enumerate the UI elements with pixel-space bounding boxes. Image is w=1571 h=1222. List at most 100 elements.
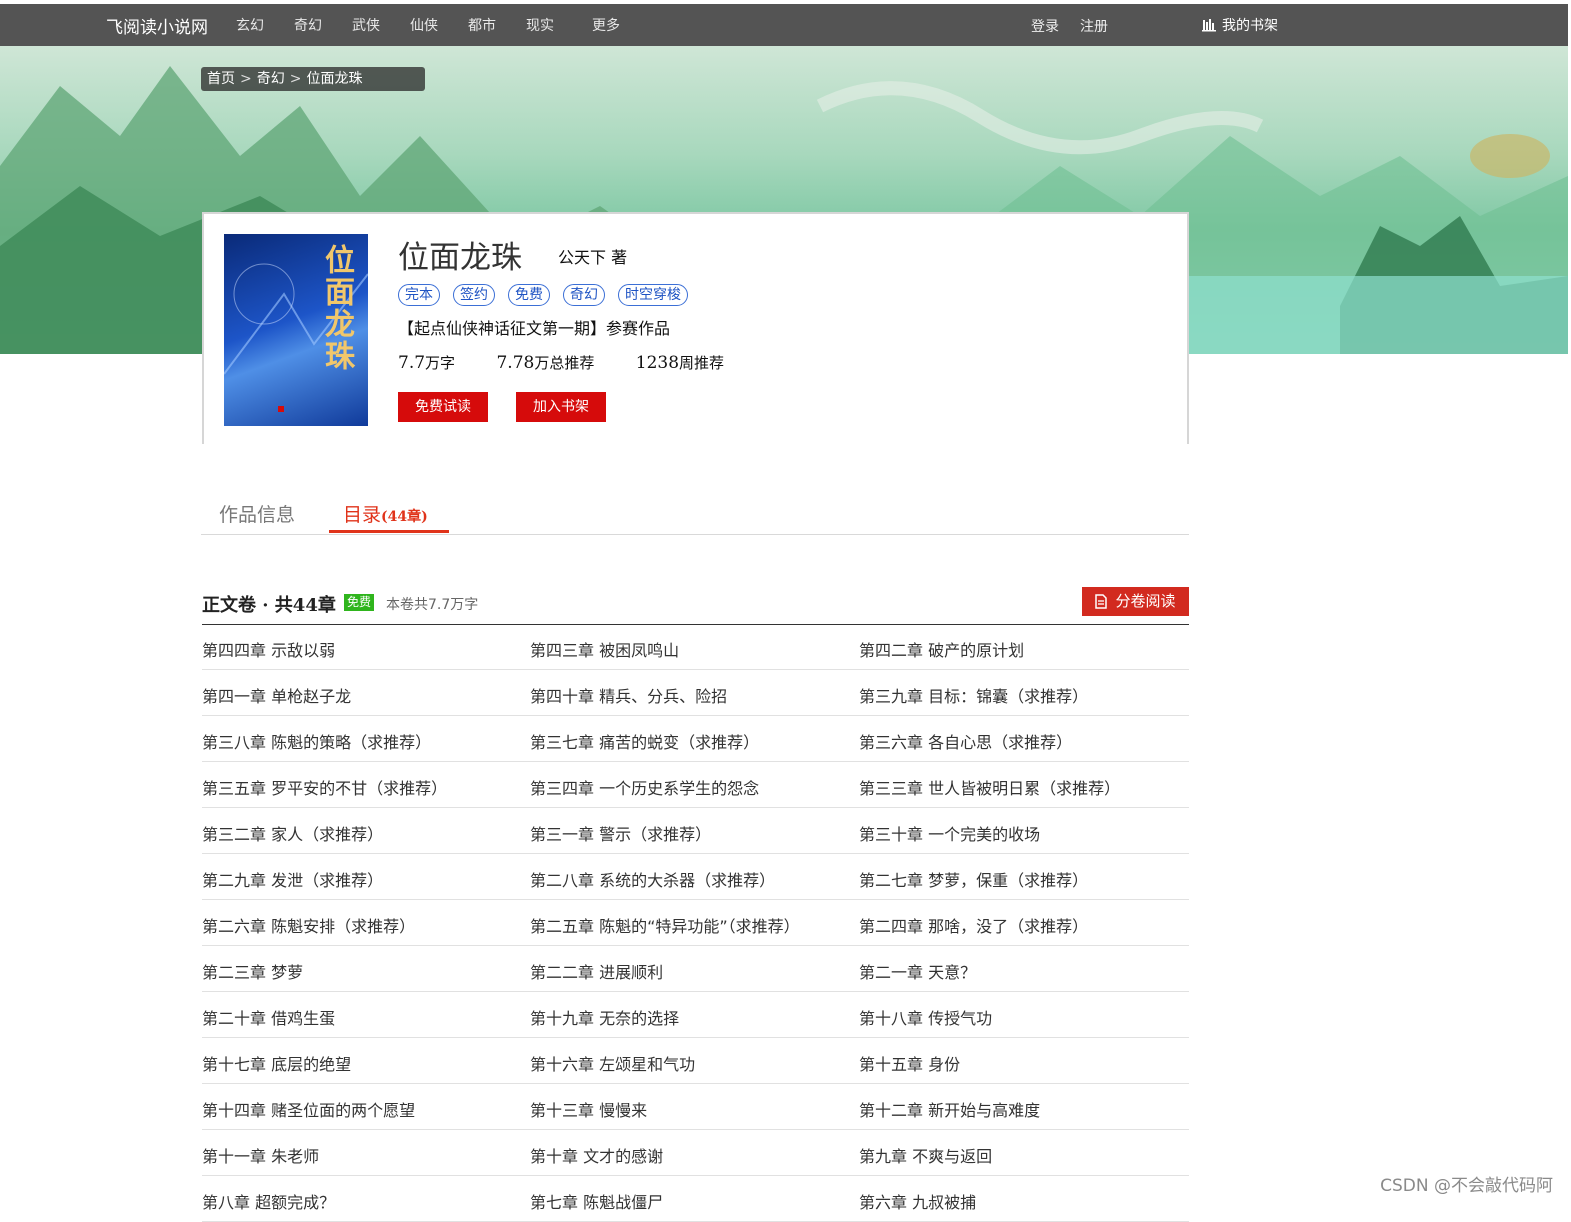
chapter-link[interactable]: 第十七章 底层的绝望 xyxy=(202,1051,351,1075)
book-info-card: 位面龙珠 位面龙珠 公天下 著 完本 签约 免费 奇幻 时空穿梭 【起点仙侠神话… xyxy=(202,212,1189,444)
nav-category-xianxia[interactable]: 仙侠 xyxy=(410,15,438,35)
chapter-link[interactable]: 第十二章 新开始与高难度 xyxy=(859,1097,1040,1121)
nav-category-xuanhuan[interactable]: 玄幻 xyxy=(236,15,264,35)
nav-category-wuxia[interactable]: 武侠 xyxy=(352,15,380,35)
bookshelf-label: 我的书架 xyxy=(1222,18,1278,34)
book-tabs: 作品信息 目录(44章) xyxy=(201,496,1189,535)
word-count-value: 7.7 xyxy=(398,353,426,373)
chapter-link[interactable]: 第二三章 梦萝 xyxy=(202,959,303,983)
tag-time-travel[interactable]: 时空穿梭 xyxy=(618,284,688,306)
chapter-list: 第四四章 示敌以弱 第四三章 被困凤鸣山 第四二章 破产的原计划第四一章 单枪赵子龙… xyxy=(202,624,1189,1222)
chapter-link[interactable]: 第九章 不爽与返回 xyxy=(859,1143,992,1167)
chapter-link[interactable]: 第四十章 精兵、分兵、险招 xyxy=(530,683,727,707)
document-icon xyxy=(1095,594,1108,609)
chapter-row: 第二十章 借鸡生蛋 第十九章 无奈的选择 第十八章 传授气功 xyxy=(202,992,1189,1038)
chapter-link[interactable]: 第二八章 系统的大杀器（求推荐） xyxy=(530,867,775,891)
chapter-row: 第三五章 罗平安的不甘（求推荐） 第三四章 一个历史系学生的怨念 第三三章 世人皆被… xyxy=(202,762,1189,808)
week-recommend-value: 1238 xyxy=(635,353,680,373)
volume-read-button[interactable]: 分卷阅读 xyxy=(1082,587,1189,616)
chapter-link[interactable]: 第十八章 传授气功 xyxy=(859,1005,992,1029)
cover-title: 位面龙珠 xyxy=(319,244,354,372)
total-recommend-unit: 万总推荐 xyxy=(534,354,595,372)
word-count-unit: 万字 xyxy=(425,354,456,372)
volume-header: 正文卷 · 共44章 免费 本卷共7.7万字 分卷阅读 xyxy=(202,586,1189,625)
free-read-button[interactable]: 免费试读 xyxy=(398,392,488,422)
chapter-row: 第二三章 梦萝 第二二章 进展顺利 第二一章 天意？ xyxy=(202,946,1189,992)
book-cover[interactable]: 位面龙珠 xyxy=(224,234,368,426)
chapter-link[interactable]: 第十章 文才的感谢 xyxy=(530,1143,663,1167)
chapter-row: 第四四章 示敌以弱 第四三章 被困凤鸣山 第四二章 破产的原计划 xyxy=(202,624,1189,670)
tag-free[interactable]: 免费 xyxy=(508,284,550,306)
tab-table-of-contents[interactable]: 目录(44章) xyxy=(329,500,449,533)
breadcrumb-separator: > xyxy=(289,71,302,87)
breadcrumb-home[interactable]: 首页 xyxy=(207,71,235,87)
login-link[interactable]: 登录 xyxy=(1031,16,1059,36)
breadcrumb-category[interactable]: 奇幻 xyxy=(257,71,285,87)
tab-toc-label: 目录 xyxy=(343,504,382,526)
chapter-link[interactable]: 第二二章 进展顺利 xyxy=(530,959,663,983)
chapter-link[interactable]: 第三一章 警示（求推荐） xyxy=(530,821,711,845)
tag-fantasy[interactable]: 奇幻 xyxy=(563,284,605,306)
chapter-link[interactable]: 第三六章 各自心思（求推荐） xyxy=(859,729,1072,753)
chapter-link[interactable]: 第三九章 目标：锦囊（求推荐） xyxy=(859,683,1088,707)
top-nav-bar: 飞阅读小说网 玄幻 奇幻 武侠 仙侠 都市 现实 更多 登录 注册 我的书架 xyxy=(0,4,1568,46)
chapter-link[interactable]: 第三七章 痛苦的蜕变（求推荐） xyxy=(530,729,759,753)
week-recommend-unit: 周推荐 xyxy=(679,354,725,372)
chapter-link[interactable]: 第七章 陈魁战僵尸 xyxy=(530,1189,663,1213)
chapter-link[interactable]: 第二十章 借鸡生蛋 xyxy=(202,1005,335,1029)
chapter-link[interactable]: 第三八章 陈魁的策略（求推荐） xyxy=(202,729,431,753)
chapter-link[interactable]: 第三二章 家人（求推荐） xyxy=(202,821,383,845)
nav-category-qihuan[interactable]: 奇幻 xyxy=(294,15,322,35)
chapter-link[interactable]: 第三三章 世人皆被明日累（求推荐） xyxy=(859,775,1120,799)
free-badge: 免费 xyxy=(344,594,375,611)
breadcrumb-current: 位面龙珠 xyxy=(306,71,363,87)
register-link[interactable]: 注册 xyxy=(1080,16,1108,36)
chapter-link[interactable]: 第二一章 天意？ xyxy=(859,959,976,983)
chapter-row: 第十一章 朱老师 第十章 文才的感谢 第九章 不爽与返回 xyxy=(202,1130,1189,1176)
chapter-link[interactable]: 第四一章 单枪赵子龙 xyxy=(202,683,351,707)
chapter-link[interactable]: 第十一章 朱老师 xyxy=(202,1143,319,1167)
volume-title: 正文卷 · 共44章 xyxy=(202,595,336,616)
chapter-link[interactable]: 第十四章 赌圣位面的两个愿望 xyxy=(202,1097,415,1121)
book-intro: 【起点仙侠神话征文第一期】参赛作品 xyxy=(398,319,671,338)
bookshelf-icon xyxy=(1202,19,1216,32)
site-logo[interactable]: 飞阅读小说网 xyxy=(106,13,208,38)
tab-book-info[interactable]: 作品信息 xyxy=(219,500,295,527)
chapter-link[interactable]: 第二七章 梦萝，保重（求推荐） xyxy=(859,867,1088,891)
chapter-link[interactable]: 第十三章 慢慢来 xyxy=(530,1097,647,1121)
chapter-link[interactable]: 第三四章 一个历史系学生的怨念 xyxy=(530,775,759,799)
tag-completed[interactable]: 完本 xyxy=(398,284,440,306)
chapter-link[interactable]: 第十六章 左颂星和气功 xyxy=(530,1051,695,1075)
chapter-link[interactable]: 第二五章 陈魁的“特异功能”（求推荐） xyxy=(530,913,800,937)
chapter-link[interactable]: 第四四章 示敌以弱 xyxy=(202,637,335,661)
breadcrumb-separator: > xyxy=(240,71,252,87)
chapter-link[interactable]: 第四二章 破产的原计划 xyxy=(859,637,1024,661)
book-title: 位面龙珠 xyxy=(398,240,522,276)
chapter-link[interactable]: 第十九章 无奈的选择 xyxy=(530,1005,679,1029)
breadcrumb: 首页 > 奇幻 > 位面龙珠 xyxy=(201,67,425,91)
chapter-link[interactable]: 第四三章 被困凤鸣山 xyxy=(530,637,679,661)
chapter-link[interactable]: 第二四章 那啥，没了（求推荐） xyxy=(859,913,1088,937)
volume-word-count: 本卷共7.7万字 xyxy=(386,597,479,613)
chapter-row: 第八章 超额完成？ 第七章 陈魁战僵尸 第六章 九叔被捕 xyxy=(202,1176,1189,1222)
nav-category-xianshi[interactable]: 现实 xyxy=(526,15,554,35)
book-stats: 7.7万字 7.78万总推荐 1238周推荐 xyxy=(398,352,724,373)
chapter-link[interactable]: 第十五章 身份 xyxy=(859,1051,960,1075)
volume-read-label: 分卷阅读 xyxy=(1115,592,1176,610)
chapter-link[interactable]: 第三五章 罗平安的不甘（求推荐） xyxy=(202,775,447,799)
chapter-row: 第三八章 陈魁的策略（求推荐） 第三七章 痛苦的蜕变（求推荐） 第三六章 各自心思（… xyxy=(202,716,1189,762)
chapter-link[interactable]: 第二九章 发泄（求推荐） xyxy=(202,867,383,891)
nav-category-more[interactable]: 更多 xyxy=(592,15,620,35)
chapter-link[interactable]: 第二六章 陈魁安排（求推荐） xyxy=(202,913,415,937)
nav-category-dushi[interactable]: 都市 xyxy=(468,15,496,35)
chapter-link[interactable]: 第八章 超额完成？ xyxy=(202,1189,335,1213)
chapter-link[interactable]: 第六章 九叔被捕 xyxy=(859,1189,976,1213)
chapter-row: 第三二章 家人（求推荐） 第三一章 警示（求推荐） 第三十章 一个完美的收场 xyxy=(202,808,1189,854)
watermark-text: CSDN @不会敲代码阿 xyxy=(1380,1176,1553,1196)
chapter-link[interactable]: 第三十章 一个完美的收场 xyxy=(859,821,1040,845)
tag-signed[interactable]: 签约 xyxy=(453,284,495,306)
book-author[interactable]: 公天下 著 xyxy=(558,244,627,268)
add-to-shelf-button[interactable]: 加入书架 xyxy=(516,392,606,422)
my-bookshelf-link[interactable]: 我的书架 xyxy=(1202,15,1278,35)
book-tags: 完本 签约 免费 奇幻 时空穿梭 xyxy=(398,284,688,306)
